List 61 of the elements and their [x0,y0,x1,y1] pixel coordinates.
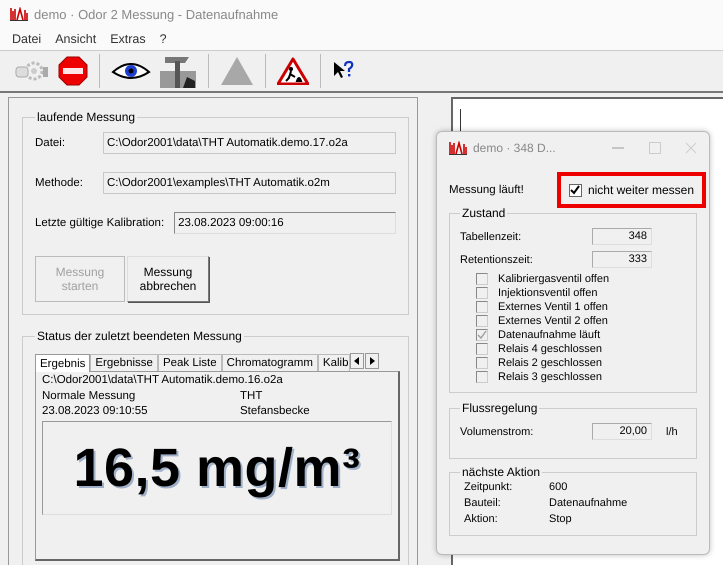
action-button[interactable]: Messung abbrechen [127,256,209,302]
field-label: Letzte gültige Kalibration: [35,217,164,229]
tab[interactable]: Ergebnisse [90,354,158,371]
measurement-type: Normale Messung [42,390,136,402]
tab[interactable]: Ergebnis [35,354,90,372]
app-logo-icon [449,141,467,155]
stop-icon[interactable] [58,56,88,86]
info-label: Aktion: [464,513,499,525]
dialog-title: demo · 348 D... [473,141,557,155]
field-label: Tabellenzeit: [460,230,522,242]
menu-item[interactable]: ? [160,32,167,46]
tab[interactable]: Peak Liste [158,354,222,371]
stop-checkbox[interactable]: nicht weiter messen [556,172,706,208]
status-checkbox[interactable]: Datenaufnahme läuft [476,328,686,342]
status-checkbox[interactable]: Injektionsventil offen [476,286,686,300]
file-path: C:\Odor2001\data\THT Automatik.demo.16.o2a [42,374,284,386]
readonly-field: 348 [592,228,652,245]
info-value: Datenaufnahme [549,497,628,509]
substance-name: THT [240,390,264,402]
group-title: nächste Aktion [461,465,542,479]
field-label: Methode: [35,177,84,189]
info-value: Stop [549,513,572,525]
tab[interactable]: Kalib [318,354,350,371]
app-logo-icon [10,7,28,21]
check-icon [477,330,487,340]
result-value: 16,5 mg/m³ [73,437,361,499]
check-icon [570,185,580,195]
window-title: demo · Odor 2 Messung - Datenaufnahme [34,6,278,22]
menu-item[interactable]: Ansicht [55,32,96,46]
readonly-field: C:\Odor2001\examples\THT Automatik.o2m [103,172,396,194]
status-checkbox[interactable]: Relais 3 geschlossen [476,370,686,384]
readonly-field: 20,00 [592,423,652,440]
eye-icon[interactable] [111,60,151,82]
menu-item[interactable]: Extras [110,32,146,46]
status-checkbox[interactable]: Externes Ventil 1 offen [476,300,686,314]
status-text: Messung läuft! [449,184,524,196]
info-label: Bauteil: [464,497,502,509]
group-title: Flussregelung [461,401,538,415]
group-title: Status der zuletzt beendeten Messung [36,329,243,343]
scroll-right-icon[interactable] [364,353,378,369]
scroll-left-icon[interactable] [350,353,364,369]
group-title: laufende Messung [36,110,136,124]
readonly-field: 23.08.2023 09:00:16 [174,212,396,234]
info-value: 600 [549,481,568,493]
location-name: Stefansbecke [240,405,311,417]
unit-label: l/h [666,426,678,438]
readonly-field: C:\Odor2001\data\THT Automatik.demo.17.o2a [103,132,396,154]
roadwork-sign-icon[interactable] [277,57,309,85]
readonly-field: 333 [592,251,652,268]
field-label: Volumenstrom: [460,426,534,438]
field-label: Datei: [35,137,66,149]
menu-item[interactable]: Datei [12,32,42,46]
info-label: Zeitpunkt: [464,481,514,493]
field-label: Retentionszeit: [460,254,534,266]
status-checkbox[interactable]: Relais 2 geschlossen [476,356,686,370]
status-checkbox[interactable]: Relais 4 geschlossen [476,342,686,356]
status-checkbox[interactable]: Kalibriergasventil offen [476,272,686,286]
tab[interactable]: Chromatogramm [222,354,318,371]
measurement-date: 23.08.2023 09:10:55 [42,405,149,417]
group-title: Zustand [461,206,506,220]
status-checkbox[interactable]: Externes Ventil 2 offen [476,314,686,328]
